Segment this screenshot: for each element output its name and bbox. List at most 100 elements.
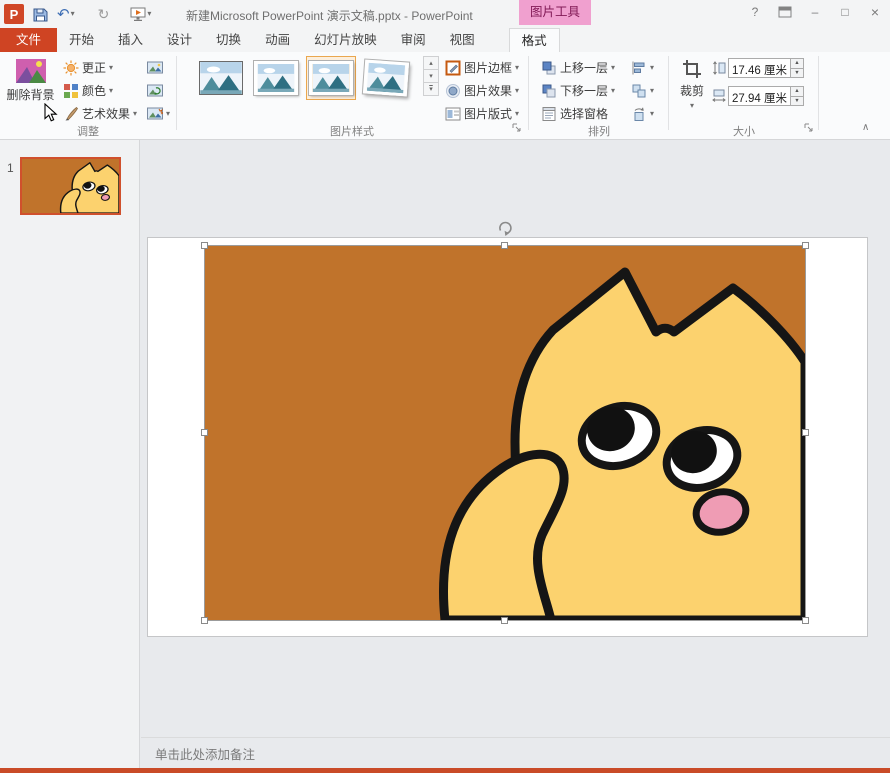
- gallery-scroll-up-button[interactable]: ▴: [423, 56, 439, 70]
- change-picture-button[interactable]: [144, 80, 166, 101]
- group-objects-icon: [631, 83, 647, 99]
- send-backward-button[interactable]: 下移一层 ▾: [538, 80, 618, 101]
- resize-handle-top-left[interactable]: [201, 242, 208, 249]
- slide-canvas[interactable]: [147, 237, 868, 637]
- tab-slideshow[interactable]: 幻灯片放映: [302, 28, 389, 52]
- slide-thumbnail[interactable]: [20, 157, 121, 215]
- resize-handle-bottom-center[interactable]: [501, 617, 508, 624]
- selected-picture[interactable]: [205, 246, 805, 620]
- picture-style-option-3-selected[interactable]: [306, 56, 356, 100]
- undo-button[interactable]: ↶ ▾: [57, 7, 75, 22]
- tab-review[interactable]: 审阅: [389, 28, 438, 52]
- notes-placeholder[interactable]: 单击此处添加备注: [155, 744, 255, 763]
- crop-button[interactable]: 裁剪 ▾: [672, 54, 712, 110]
- tab-home[interactable]: 开始: [57, 28, 106, 52]
- size-dialog-launcher[interactable]: [802, 121, 815, 134]
- undo-dropdown-caret-icon[interactable]: ▾: [71, 10, 75, 18]
- picture-styles-group-label: 图片样式: [178, 123, 526, 139]
- gallery-scroll-down-button[interactable]: ▾: [423, 69, 439, 83]
- shape-height-value[interactable]: 17.46 厘米: [729, 59, 790, 77]
- resize-handle-bottom-left[interactable]: [201, 617, 208, 624]
- remove-background-icon: [16, 59, 46, 83]
- shape-width-field[interactable]: 27.94 厘米 ▲ ▼: [728, 86, 804, 106]
- minimize-button[interactable]: –: [800, 0, 830, 24]
- group-separator: [668, 56, 669, 130]
- align-button[interactable]: ▾: [628, 57, 657, 78]
- powerpoint-window: P ↶ ▾ ↻: [0, 0, 890, 773]
- maximize-button[interactable]: □: [830, 0, 860, 24]
- rotate-handle[interactable]: [497, 220, 513, 236]
- ribbon: 删除背景 更正 ▾ 颜色 ▾: [0, 52, 890, 140]
- notes-divider[interactable]: [141, 737, 890, 738]
- shape-height-field[interactable]: 17.46 厘米 ▲ ▼: [728, 58, 804, 78]
- tab-format[interactable]: 格式: [509, 28, 560, 53]
- ribbon-tabs: 开始 插入 设计 切换 动画 幻灯片放映 审阅 视图 格式: [57, 28, 560, 52]
- color-palette-icon: [63, 83, 79, 99]
- dropdown-caret-icon: ▾: [109, 87, 113, 95]
- compress-picture-button[interactable]: [144, 57, 166, 78]
- picture-styles-gallery: [196, 56, 411, 100]
- rotate-objects-button[interactable]: ▾: [628, 103, 657, 124]
- collapse-ribbon-button[interactable]: ∧: [862, 122, 869, 133]
- dropdown-caret-icon: ▾: [650, 64, 654, 72]
- picture-border-button[interactable]: 图片边框 ▾: [442, 57, 522, 78]
- gallery-more-button[interactable]: ▾: [423, 82, 439, 96]
- rotate-handle-icon: [497, 220, 513, 236]
- crop-icon: [682, 59, 702, 79]
- powerpoint-app-icon[interactable]: P: [4, 4, 24, 24]
- corrections-label: 更正: [82, 59, 106, 76]
- artistic-effects-label: 艺术效果: [82, 105, 130, 122]
- picture-tools-context-badge[interactable]: 图片工具: [519, 0, 591, 25]
- picture-style-option-4[interactable]: [361, 56, 411, 100]
- resize-handle-top-right[interactable]: [802, 242, 809, 249]
- redo-button[interactable]: ↻: [98, 7, 110, 21]
- dialog-launcher-icon: [804, 123, 814, 133]
- corrections-button[interactable]: 更正 ▾: [60, 57, 116, 78]
- picture-effects-button[interactable]: 图片效果 ▾: [442, 80, 522, 101]
- tab-view[interactable]: 视图: [438, 28, 487, 52]
- height-spin-down-button[interactable]: ▼: [791, 68, 803, 78]
- ribbon-display-options-button[interactable]: [770, 0, 800, 24]
- gallery-scroll-controls: ▴ ▾ ▾: [423, 57, 439, 96]
- width-spin-down-button[interactable]: ▼: [791, 96, 803, 106]
- shape-width-spinners: ▲ ▼: [790, 87, 803, 105]
- start-slideshow-button[interactable]: ▾: [130, 7, 151, 22]
- bring-forward-button[interactable]: 上移一层 ▾: [538, 57, 618, 78]
- picture-style-option-1[interactable]: [196, 56, 246, 100]
- slide-workspace: [141, 140, 890, 768]
- spin-down-icon: ▼: [794, 98, 799, 104]
- selection-pane-label: 选择窗格: [560, 105, 608, 122]
- picture-layout-label: 图片版式: [464, 105, 512, 122]
- remove-background-button[interactable]: 删除背景: [3, 54, 58, 103]
- close-button[interactable]: ×: [860, 0, 890, 24]
- tab-design[interactable]: 设计: [155, 28, 204, 52]
- reset-picture-icon: [147, 107, 163, 121]
- bring-forward-icon: [541, 60, 557, 76]
- gallery-down-icon: ▾: [429, 72, 433, 80]
- save-button[interactable]: [33, 7, 48, 22]
- undo-icon: ↶: [57, 7, 70, 22]
- tab-animations[interactable]: 动画: [253, 28, 302, 52]
- picture-style-option-2[interactable]: [251, 56, 301, 100]
- slideshow-dropdown-caret-icon: ▾: [147, 10, 151, 18]
- shape-width-icon: [711, 89, 727, 103]
- group-objects-button[interactable]: ▾: [628, 80, 657, 101]
- color-button[interactable]: 颜色 ▾: [60, 80, 116, 101]
- tab-insert[interactable]: 插入: [106, 28, 155, 52]
- corrections-sun-icon: [63, 60, 79, 76]
- help-button[interactable]: ?: [740, 0, 770, 24]
- send-backward-icon: [541, 83, 557, 99]
- resize-handle-middle-left[interactable]: [201, 429, 208, 436]
- tab-file[interactable]: 文件: [0, 28, 57, 52]
- height-spin-up-button[interactable]: ▲: [791, 59, 803, 68]
- shape-width-value[interactable]: 27.94 厘米: [729, 87, 790, 105]
- picture-styles-dialog-launcher[interactable]: [510, 121, 523, 134]
- tab-transitions[interactable]: 切换: [204, 28, 253, 52]
- artistic-effects-button[interactable]: 艺术效果 ▾: [60, 103, 140, 124]
- reset-picture-button[interactable]: ▾: [144, 103, 173, 124]
- resize-handle-bottom-right[interactable]: [802, 617, 809, 624]
- resize-handle-top-center[interactable]: [501, 242, 508, 249]
- width-spin-up-button[interactable]: ▲: [791, 87, 803, 96]
- selection-pane-button[interactable]: 选择窗格: [538, 103, 611, 124]
- resize-handle-middle-right[interactable]: [802, 429, 809, 436]
